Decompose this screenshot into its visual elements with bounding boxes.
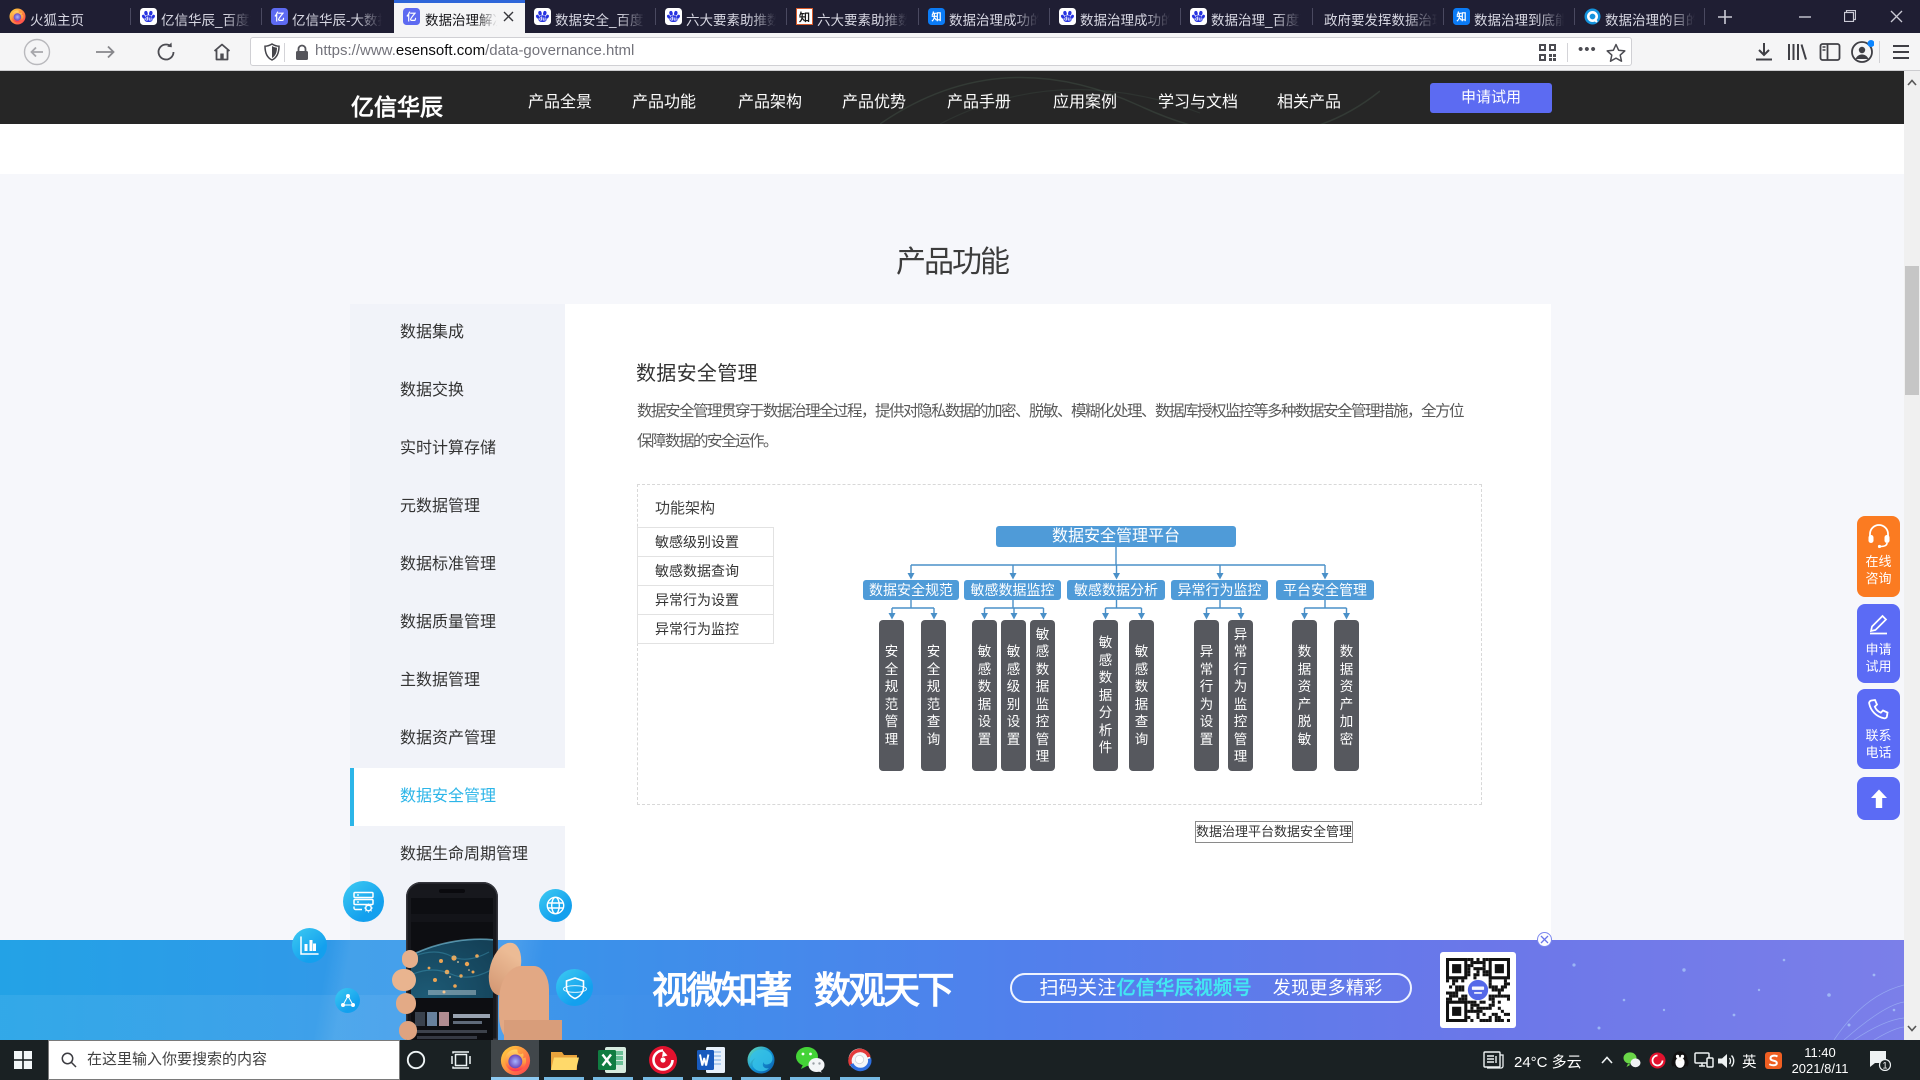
svg-text:1: 1 (1882, 1061, 1887, 1071)
